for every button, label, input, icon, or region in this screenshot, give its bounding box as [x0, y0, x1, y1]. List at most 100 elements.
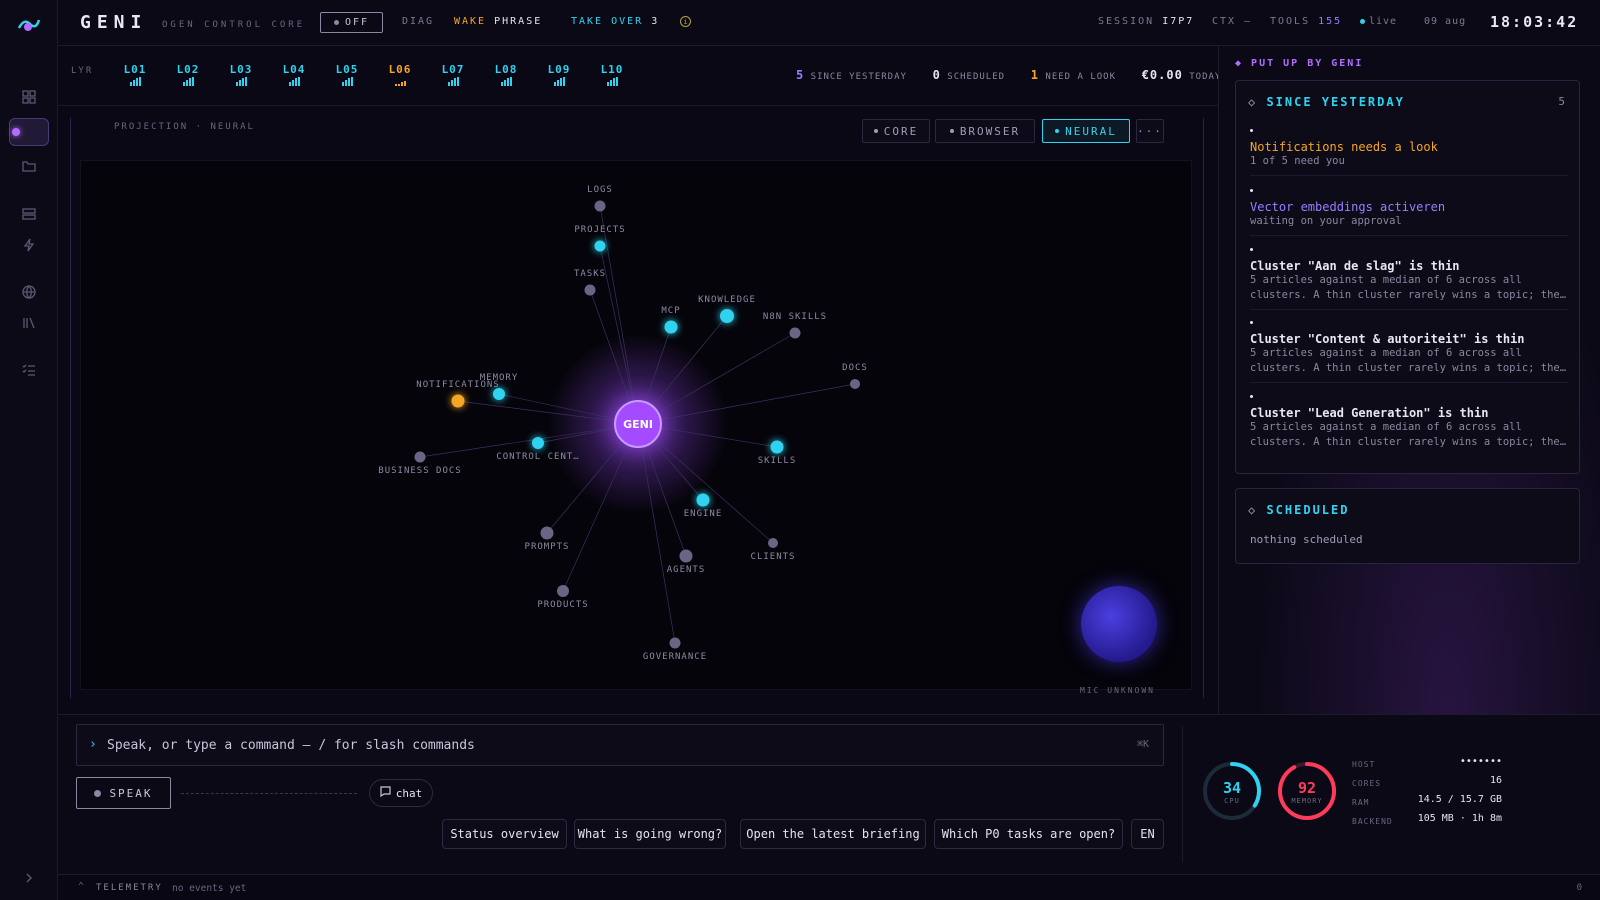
quick-prompt-chip[interactable]: Status overview	[442, 819, 567, 849]
info-icon[interactable]: i	[680, 16, 691, 27]
neural-graph-canvas[interactable]: LOGS PROJECTS TASKS MCP KNOWLEDGE N8N SKILLS D…	[80, 160, 1192, 690]
session-indicator: SESSION I7P7	[1098, 16, 1194, 27]
briefing-item-subtitle: 1 of 5 need you	[1250, 155, 1345, 167]
signal-bars-icon	[118, 77, 152, 86]
wake-phrase-toggle[interactable]: WAKE PHRASE	[454, 16, 542, 27]
language-toggle[interactable]: EN	[1131, 819, 1164, 849]
graph-node-logs[interactable]	[594, 200, 606, 212]
tools-label: TOOLS	[1270, 16, 1311, 27]
off-dot-icon	[333, 20, 339, 25]
view-button-core[interactable]: CORE	[862, 119, 930, 143]
library-icon[interactable]	[9, 309, 49, 337]
layer-l02[interactable]: L02	[171, 63, 205, 86]
chevron-up-icon[interactable]: ⌃	[78, 881, 84, 892]
chat-button[interactable]: chat	[369, 779, 433, 807]
mic-orb[interactable]	[1081, 586, 1157, 662]
telemetry-bar[interactable]: ⌃ TELEMETRY no events yet 0	[58, 874, 1600, 900]
view-button-neural[interactable]: NEURAL	[1042, 119, 1130, 143]
globe-icon[interactable]	[9, 278, 49, 306]
folder-icon[interactable]	[9, 152, 49, 180]
since-count: 5	[796, 68, 805, 82]
layer-l09[interactable]: L09	[542, 63, 576, 86]
shortcut-hint: ⌘K	[1136, 739, 1149, 750]
since-yesterday-title-label: SINCE YESTERDAY	[1266, 95, 1405, 109]
layer-l10[interactable]: L10	[595, 63, 629, 86]
quick-prompt-chip[interactable]: What is going wrong?	[574, 819, 726, 849]
since-yesterday-card: ◇ SINCE YESTERDAY 5 Notifications needs …	[1235, 80, 1580, 474]
graph-node-control-cent[interactable]	[532, 437, 544, 449]
scheduled-title: ◇ SCHEDULED	[1248, 503, 1349, 517]
graph-node-tasks[interactable]	[584, 284, 596, 296]
command-bar[interactable]: › ⌘K	[76, 724, 1164, 766]
checklist-icon[interactable]	[9, 356, 49, 384]
layer-l07[interactable]: L07	[436, 63, 470, 86]
graph-node-skills[interactable]	[770, 440, 784, 454]
graph-node-projects[interactable]	[594, 240, 606, 252]
quick-prompt-chip[interactable]: Which P0 tasks are open?	[934, 819, 1123, 849]
cpu-gauge: 34 CPU	[1201, 760, 1263, 822]
graph-node-label: ENGINE	[683, 509, 723, 519]
graph-node-business-docs[interactable]	[414, 451, 426, 463]
signal-bars-icon	[542, 77, 576, 86]
geni-logo-icon[interactable]	[16, 16, 42, 34]
briefing-item-title: Cluster "Aan de slag" is thin	[1250, 259, 1460, 273]
view-button-browser[interactable]: BROWSER	[935, 119, 1035, 143]
view-dot-icon	[949, 129, 954, 133]
projection-label: PROJECTION · NEURAL	[114, 122, 255, 132]
graph-node-engine[interactable]	[696, 493, 710, 507]
command-input[interactable]	[107, 735, 1087, 755]
briefing-item[interactable]: Cluster "Content & autoriteit" is thin 5 …	[1250, 321, 1568, 383]
diamond-icon: ◆	[1235, 58, 1252, 69]
layer-l01[interactable]: L01	[118, 63, 152, 86]
chat-bubble-icon	[380, 786, 391, 800]
graph-node-clients[interactable]	[768, 538, 778, 548]
wake-label: WAKE	[454, 16, 487, 27]
layer-l08[interactable]: L08	[489, 63, 523, 86]
geni-core-node[interactable]: GENI	[614, 400, 662, 448]
since-yesterday-count: 5	[1558, 95, 1565, 108]
lightning-icon[interactable]	[9, 231, 49, 259]
layer-l04[interactable]: L04	[277, 63, 311, 86]
graph-node-products[interactable]	[557, 585, 569, 597]
signal-bars-icon	[595, 77, 629, 86]
expand-chevron-icon[interactable]	[9, 864, 49, 892]
graph-node-knowledge[interactable]	[720, 309, 734, 323]
briefing-item[interactable]: Notifications needs a look 1 of 5 need yo…	[1250, 129, 1568, 176]
rail-active-item[interactable]	[9, 118, 49, 146]
layer-l05[interactable]: L05	[330, 63, 364, 86]
graph-node-label: GOVERNANCE	[642, 652, 708, 662]
top-bar: GENI OGEN CONTROL CORE OFF DIAG WAKE PHR…	[58, 0, 1600, 46]
briefing-item[interactable]: Cluster "Lead Generation" is thin 5 artic…	[1250, 395, 1568, 450]
briefing-item[interactable]: Cluster "Aan de slag" is thin 5 articles …	[1250, 248, 1568, 310]
memory-value: 92	[1297, 779, 1317, 797]
briefing-item[interactable]: Vector embeddings activeren waiting on yo…	[1250, 189, 1568, 236]
graph-node-notifications[interactable]	[451, 394, 465, 408]
graph-node-docs[interactable]	[850, 379, 860, 389]
layer-l06[interactable]: L06	[383, 63, 417, 86]
briefing-item-title: Cluster "Content & autoriteit" is thin	[1250, 332, 1525, 346]
off-toggle-button[interactable]: OFF	[320, 12, 383, 33]
view-dot-icon	[873, 129, 878, 133]
view-button-more[interactable]: ···	[1136, 119, 1164, 143]
take-over-button[interactable]: TAKE OVER 3	[571, 16, 659, 27]
graph-node-label: CONTROL CENT…	[496, 452, 580, 462]
diag-button[interactable]: DIAG	[402, 16, 434, 27]
quick-prompt-chip[interactable]: Open the latest briefing	[740, 819, 926, 849]
graph-node-mcp[interactable]	[664, 320, 678, 334]
dashboard-grid-icon[interactable]	[9, 83, 49, 111]
scheduled-title-label: SCHEDULED	[1266, 503, 1350, 517]
geni-core-label: GENI	[623, 417, 653, 431]
layer-l03[interactable]: L03	[224, 63, 258, 86]
graph-node-governance[interactable]	[669, 637, 681, 649]
speak-button[interactable]: SPEAK	[76, 777, 171, 809]
need-look-label: NEED A LOOK	[1045, 72, 1117, 82]
graph-node-agents[interactable]	[679, 549, 693, 563]
clock-display: 18:03:42	[1490, 13, 1579, 31]
graph-node-n8n-skills[interactable]	[789, 327, 801, 339]
panel-header: ◆ PUT UP BY GENI	[1235, 58, 1363, 69]
graph-node-label: PROJECTS	[574, 225, 626, 235]
graph-node-prompts[interactable]	[540, 526, 554, 540]
tools-indicator[interactable]: TOOLS 155	[1270, 16, 1342, 27]
view-button-label: ···	[1137, 124, 1163, 138]
server-icon[interactable]	[9, 200, 49, 228]
